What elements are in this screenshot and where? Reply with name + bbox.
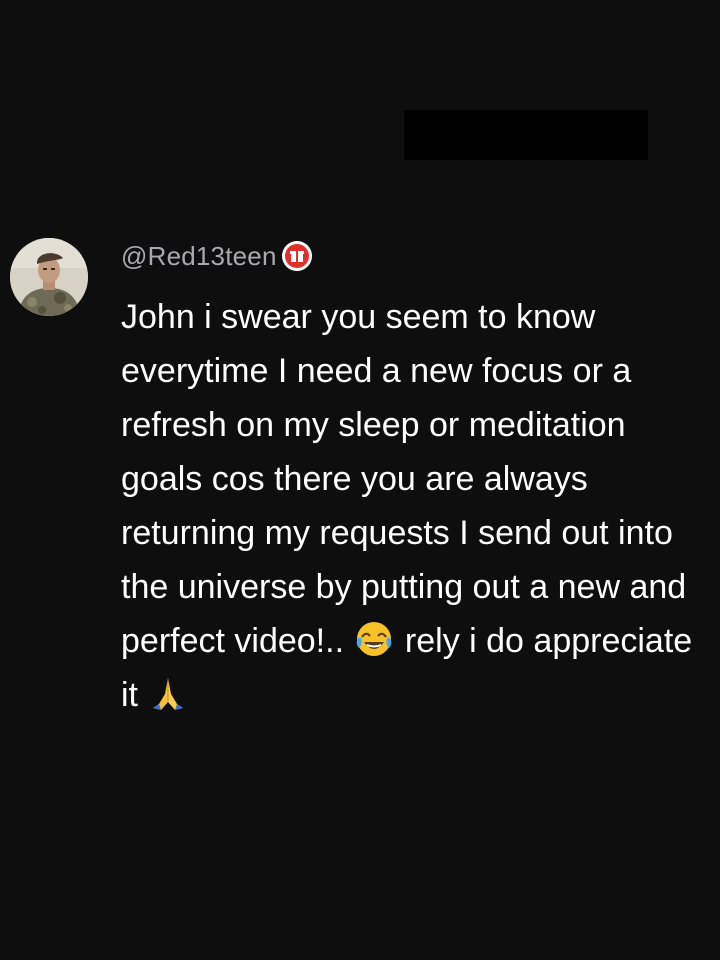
- gift-box-icon: [281, 241, 312, 271]
- face-with-tears-of-joy-icon: 😂: [355, 620, 393, 658]
- avatar-image: [10, 238, 88, 316]
- comment-text: John i swear you seem to know everytime …: [121, 290, 701, 722]
- folded-hands-icon: 🙏: [149, 674, 187, 712]
- comment-text-part1: John i swear you seem to know everytime …: [121, 298, 687, 660]
- comment-content: @Red13teen John i swear you seem to know…: [121, 238, 701, 722]
- username[interactable]: @Red13teen: [121, 241, 277, 272]
- comment-header: @Red13teen: [121, 238, 701, 274]
- avatar[interactable]: [10, 238, 88, 316]
- redaction-block: [404, 110, 648, 160]
